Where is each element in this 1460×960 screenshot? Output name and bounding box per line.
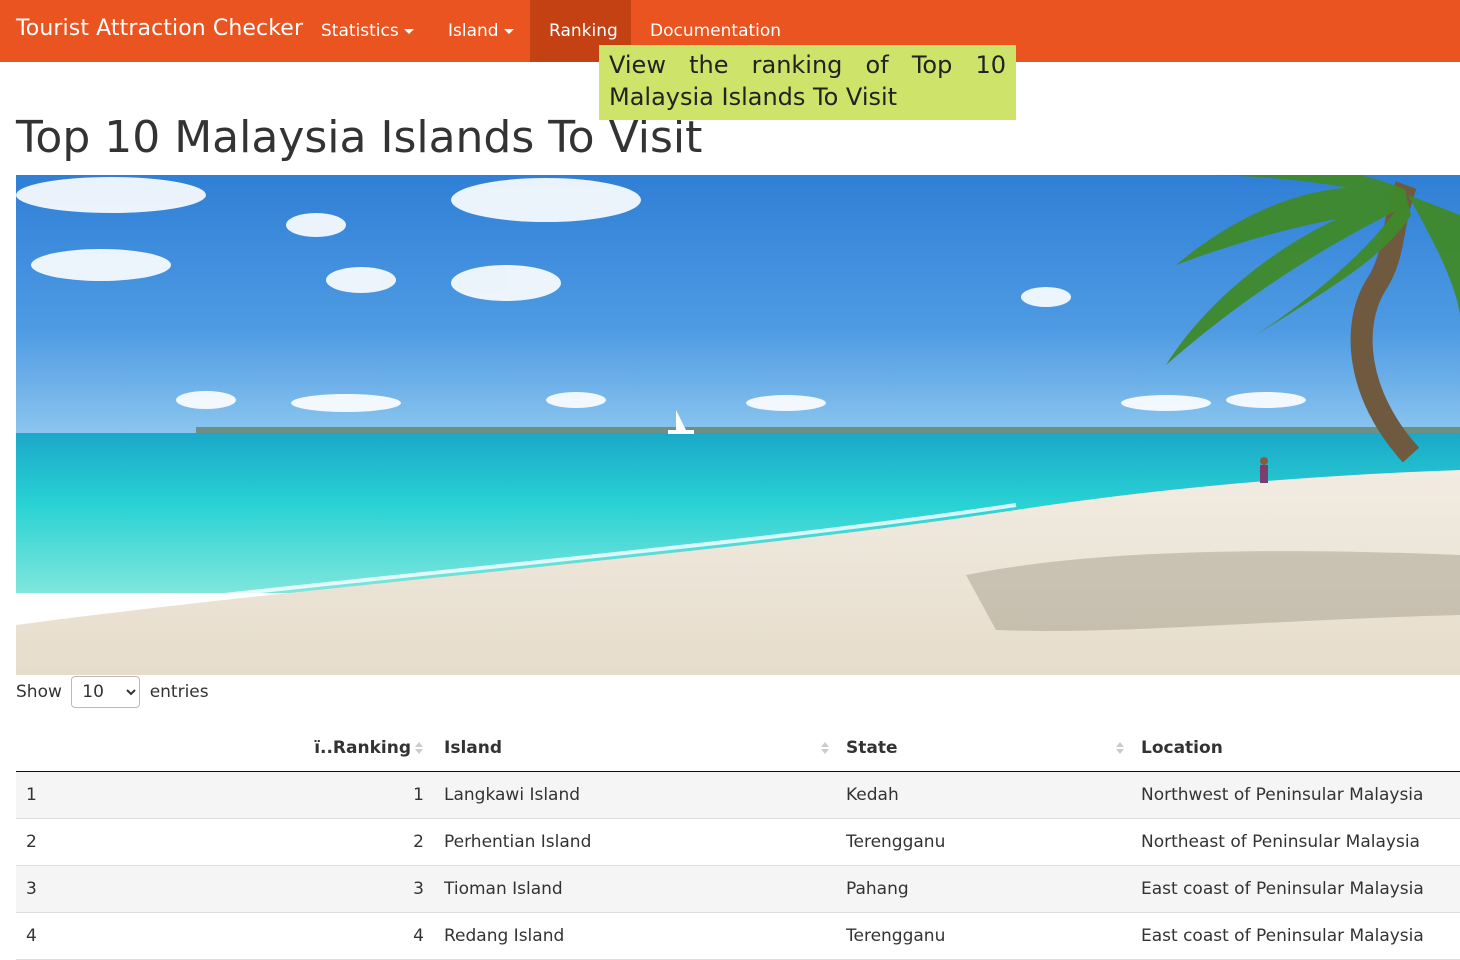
col-state-header[interactable]: State [836,725,1131,772]
col-ranking-header[interactable]: ï..Ranking [176,725,434,772]
caret-down-icon [403,28,414,34]
entries-label: entries [149,682,209,702]
sort-icon [1116,742,1125,754]
row-island: Tioman Island [434,865,836,913]
row-island: Langkawi Island [434,771,836,819]
row-ranking: 1 [176,771,434,819]
sort-icon [415,742,424,754]
row-state: Terengganu [836,912,1131,960]
row-island: Perhentian Island [434,818,836,866]
table-row[interactable]: 1 1 Langkawi Island Kedah Northwest of P… [16,771,1460,819]
row-index: 2 [16,818,176,866]
col-state-label: State [846,738,898,758]
caret-down-icon [503,28,514,34]
nav-island[interactable]: Island [429,0,533,62]
ranking-tooltip: View the ranking of Top 10 Malaysia Isla… [599,45,1016,120]
ranking-table: ï..Ranking Island State Location 1 1 Lan… [16,725,1460,960]
col-location-label: Location [1141,738,1223,758]
nav-ranking-label: Ranking [549,21,618,41]
nav-island-label: Island [448,21,499,41]
row-index: 1 [16,771,176,819]
row-location: East coast of Peninsular Malaysia [1131,912,1460,960]
sort-icon [821,742,830,754]
nav-documentation-label: Documentation [650,21,782,41]
row-state: Terengganu [836,818,1131,866]
col-location-header[interactable]: Location [1131,725,1460,772]
nav-statistics[interactable]: Statistics [302,0,433,62]
col-island-header[interactable]: Island [434,725,836,772]
beach-hero-image [16,175,1460,675]
col-island-label: Island [444,738,503,758]
table-row[interactable]: 2 2 Perhentian Island Terengganu Northea… [16,818,1460,866]
col-index-header [16,725,176,772]
row-state: Kedah [836,771,1131,819]
table-row[interactable]: 4 4 Redang Island Terengganu East coast … [16,912,1460,960]
col-ranking-label: ï..Ranking [314,738,411,758]
row-location: Northwest of Peninsular Malaysia [1131,771,1460,819]
row-ranking: 3 [176,865,434,913]
row-index: 3 [16,865,176,913]
row-island: Redang Island [434,912,836,960]
show-label: Show [16,682,62,702]
row-location: East coast of Peninsular Malaysia [1131,865,1460,913]
brand-title[interactable]: Tourist Attraction Checker [16,16,303,41]
row-ranking: 2 [176,818,434,866]
row-index: 4 [16,912,176,960]
row-location: Northeast of Peninsular Malaysia [1131,818,1460,866]
show-entries-control: Show 10 entries [16,676,209,708]
table-row[interactable]: 3 3 Tioman Island Pahang East coast of P… [16,865,1460,913]
table-header-row: ï..Ranking Island State Location [16,725,1460,772]
nav-statistics-label: Statistics [321,21,399,41]
entries-per-page-select[interactable]: 10 [71,676,141,708]
row-ranking: 4 [176,912,434,960]
row-state: Pahang [836,865,1131,913]
